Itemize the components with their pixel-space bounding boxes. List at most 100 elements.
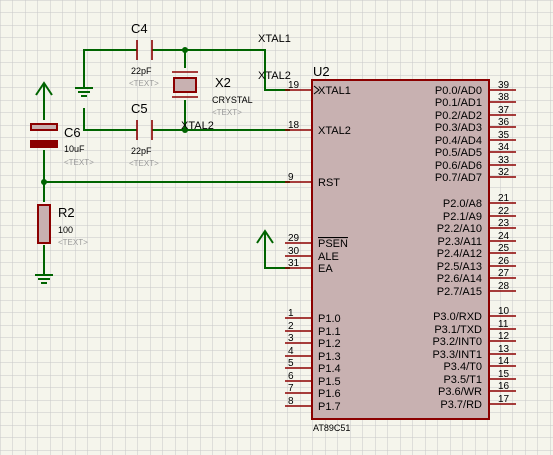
pin-number: 16 xyxy=(498,381,510,392)
pin-number: 33 xyxy=(498,155,510,166)
pin-label: P3.1/TXD xyxy=(434,324,482,336)
c6-ref: C6 xyxy=(64,125,81,140)
pin-number: 15 xyxy=(498,369,510,380)
c4-text: <TEXT> xyxy=(129,79,159,88)
pin-number: 25 xyxy=(498,243,510,254)
pin-number: 27 xyxy=(498,268,510,279)
c4-value: 22pF xyxy=(131,66,152,76)
pin-label: P0.3/AD3 xyxy=(435,122,482,134)
pin-number: 4 xyxy=(288,346,294,357)
pin-label: P1.7 xyxy=(318,401,341,413)
c5-ref: C5 xyxy=(131,101,148,116)
pin-number: 2 xyxy=(288,321,294,332)
microcontroller-u2[interactable]: U2 AT89C51 19 XTAL118 XTAL29 RST29 PSEN30 ALE… xyxy=(285,64,516,433)
pin-number: 1 xyxy=(288,308,294,319)
net-label-xtal2-top: XTAL2 xyxy=(258,70,291,82)
pin-label: XTAL2 xyxy=(318,125,351,137)
pin-label: P1.4 xyxy=(318,363,341,375)
pin-number: 14 xyxy=(498,356,510,367)
pin-label: P1.2 xyxy=(318,338,341,350)
x2-ref: X2 xyxy=(215,75,231,90)
pin-number: 22 xyxy=(498,206,510,217)
pin-label: P3.3/INT1 xyxy=(432,349,482,361)
pin-number: 30 xyxy=(288,246,300,257)
x2-text: <TEXT> xyxy=(212,108,242,117)
pin-number: 35 xyxy=(498,130,510,141)
c4-ref: C4 xyxy=(131,21,148,36)
pin-label: ALE xyxy=(318,251,339,263)
pin-label: P2.0/A8 xyxy=(443,198,482,210)
pin-label: P3.4/T0 xyxy=(443,361,482,373)
pin-label: P1.0 xyxy=(318,313,341,325)
pin-number: 3 xyxy=(288,333,294,344)
junction-dot xyxy=(182,47,188,53)
pin-number: 26 xyxy=(498,256,510,267)
pin-number: 19 xyxy=(288,80,300,91)
junction-dot xyxy=(41,179,47,185)
pin-number: 28 xyxy=(498,281,510,292)
pin-label: P2.7/A15 xyxy=(437,286,482,298)
pin-label: P2.3/A11 xyxy=(438,236,482,248)
c6-text: <TEXT> xyxy=(64,158,94,167)
pin-number: 7 xyxy=(288,383,294,394)
c6-value: 10uF xyxy=(64,144,85,154)
pin-number: 29 xyxy=(288,233,300,244)
pin-number: 39 xyxy=(498,80,510,91)
pin-label: P2.1/A9 xyxy=(443,211,482,223)
pin-label: P2.6/A14 xyxy=(437,273,482,285)
pin-number: 12 xyxy=(498,331,510,342)
pin-label: EA xyxy=(318,263,333,275)
pin-number: 5 xyxy=(288,358,294,369)
pin-number: 9 xyxy=(288,172,294,183)
schematic-canvas[interactable]: XTAL1 XTAL2 XTAL2 C4 22pF <TEXT> X2 CRYS… xyxy=(0,0,553,455)
pin-label: P0.1/AD1 xyxy=(435,97,482,109)
net-label-xtal2-bottom: XTAL2 xyxy=(181,120,214,132)
pin-label: RST xyxy=(318,177,340,189)
u2-ref: U2 xyxy=(313,64,330,79)
pin-number: 8 xyxy=(288,396,294,407)
pin-number: 23 xyxy=(498,218,510,229)
r2-text: <TEXT> xyxy=(58,238,88,247)
pin-label: P0.5/AD5 xyxy=(435,147,482,159)
pin-number: 6 xyxy=(288,371,294,382)
pin-label: P2.2/A10 xyxy=(437,223,482,235)
pin-number: 11 xyxy=(498,319,509,330)
pin-label: P3.7/RD xyxy=(440,399,482,411)
c5-value: 22pF xyxy=(131,146,152,156)
pin-number: 10 xyxy=(498,306,510,317)
pin-label: P0.2/AD2 xyxy=(435,110,482,122)
pin-label: P2.5/A13 xyxy=(437,261,482,273)
pin-number: 18 xyxy=(288,120,300,131)
u2-part: AT89C51 xyxy=(313,423,350,433)
net-label-xtal1: XTAL1 xyxy=(258,33,291,45)
pin-number: 31 xyxy=(288,258,300,269)
c5-text: <TEXT> xyxy=(129,159,159,168)
x2-value: CRYSTAL xyxy=(212,95,253,105)
pin-number: 24 xyxy=(498,231,510,242)
pin-number: 13 xyxy=(498,344,510,355)
pin-label: PSEN xyxy=(318,238,348,250)
pin-label: P3.5/T1 xyxy=(443,374,482,386)
pin-number: 38 xyxy=(498,92,510,103)
pin-label: P0.7/AD7 xyxy=(435,172,482,184)
pin-label: XTAL1 xyxy=(318,85,351,97)
pin-number: 17 xyxy=(498,394,510,405)
pin-number: 34 xyxy=(498,142,510,153)
r2-value: 100 xyxy=(58,225,73,235)
pin-label: P3.0/RXD xyxy=(433,311,482,323)
pin-number: 32 xyxy=(498,167,510,178)
r2-ref: R2 xyxy=(58,205,75,220)
pin-label: P1.3 xyxy=(318,351,341,363)
pin-number: 37 xyxy=(498,105,510,116)
pin-label: P0.4/AD4 xyxy=(435,135,482,147)
pin-label: P3.2/INT0 xyxy=(432,336,482,348)
pin-label: P0.0/AD0 xyxy=(435,85,482,97)
pin-label: P1.6 xyxy=(318,388,341,400)
pin-label: P2.4/A12 xyxy=(437,248,482,260)
pin-label: P3.6/WR xyxy=(438,386,482,398)
pin-label: P1.1 xyxy=(318,326,341,338)
pin-number: 21 xyxy=(498,193,510,204)
pin-label: P1.5 xyxy=(318,376,341,388)
pin-label: P0.6/AD6 xyxy=(435,160,482,172)
pin-number: 36 xyxy=(498,117,510,128)
